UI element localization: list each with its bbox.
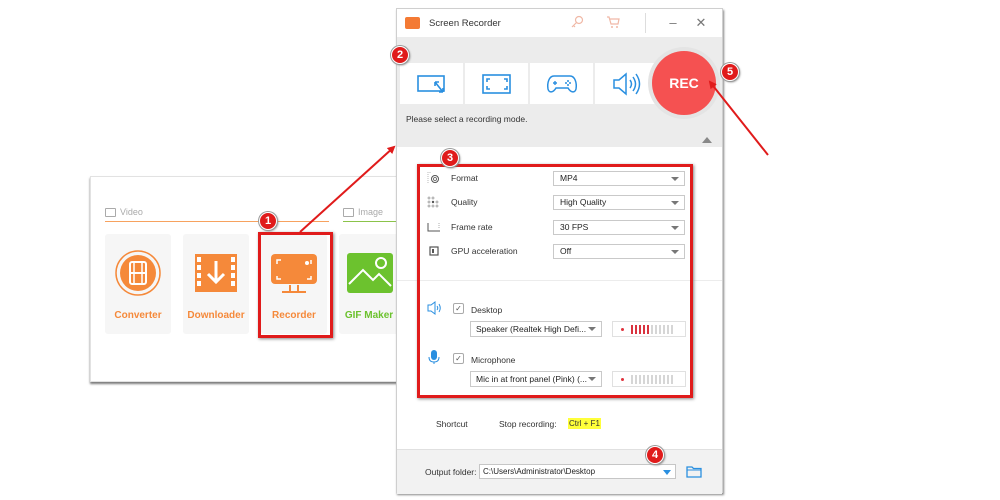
mode-game-button[interactable]	[530, 63, 593, 104]
highlight-recorder-tool	[258, 232, 333, 338]
tool-gif-maker[interactable]: GIF Maker	[339, 234, 399, 334]
video-section-line	[105, 221, 329, 222]
mode-audio-button[interactable]	[595, 63, 658, 104]
mode-region-button[interactable]	[400, 63, 463, 104]
mode-fullscreen-button[interactable]	[465, 63, 528, 104]
title-separator	[645, 13, 646, 33]
step-badge-4: 4	[646, 446, 664, 464]
recording-mode-panel: REC Please select a recording mode.	[397, 37, 722, 147]
section-image: Image	[343, 207, 383, 217]
app-logo-icon	[405, 17, 420, 29]
collapse-panel-icon[interactable]	[702, 137, 712, 143]
stop-recording-hotkey[interactable]: Ctrl + F1	[568, 418, 601, 429]
tool-converter-label: Converter	[114, 310, 162, 321]
tool-downloader[interactable]: Downloader	[183, 234, 249, 334]
fullscreen-icon	[481, 73, 511, 94]
section-video-label: Video	[120, 207, 143, 217]
region-select-icon	[416, 74, 445, 93]
image-icon	[343, 207, 354, 217]
step-badge-5: 5	[721, 63, 739, 81]
tool-converter[interactable]: Converter	[105, 234, 171, 334]
main-app-window: Video Image Converter Downloader Recorde…	[90, 176, 399, 382]
tool-downloader-label: Downloader	[187, 310, 245, 321]
mode-hint-text: Please select a recording mode.	[406, 114, 528, 124]
mountain-image-icon	[345, 250, 393, 296]
output-folder-label: Output folder:	[425, 467, 477, 477]
step-badge-1: 1	[259, 212, 277, 230]
highlight-settings	[417, 164, 693, 398]
film-reel-icon	[114, 250, 162, 296]
tool-gif-maker-label: GIF Maker	[344, 310, 394, 321]
section-video: Video	[105, 207, 143, 217]
output-folder-path: C:\Users\Administrator\Desktop	[483, 467, 596, 476]
close-button[interactable]: ✕	[689, 13, 713, 33]
image-section-line	[343, 221, 399, 222]
output-folder-field[interactable]: C:\Users\Administrator\Desktop	[479, 464, 676, 479]
video-icon	[105, 207, 116, 217]
speaker-icon	[612, 71, 640, 96]
shortcut-label: Shortcut	[436, 419, 468, 429]
download-film-icon	[192, 250, 240, 296]
title-bar: Screen Recorder – ✕	[397, 9, 722, 37]
window-title: Screen Recorder	[429, 18, 501, 29]
step-badge-3: 3	[441, 149, 459, 167]
rec-button[interactable]: REC	[652, 51, 716, 115]
gamepad-icon	[546, 74, 577, 93]
section-image-label: Image	[358, 207, 384, 217]
shortcut-row: Shortcut Stop recording: Ctrl + F1	[397, 418, 722, 433]
chevron-down-icon[interactable]	[663, 470, 671, 475]
folder-icon[interactable]	[686, 465, 702, 478]
screenshot-stage: Video Image Converter Downloader Recorde…	[0, 0, 1000, 500]
stop-recording-label: Stop recording:	[499, 419, 557, 429]
cart-icon[interactable]	[605, 15, 621, 31]
key-icon[interactable]	[569, 15, 585, 31]
minimize-button[interactable]: –	[661, 13, 685, 33]
output-footer: Output folder: C:\Users\Administrator\De…	[397, 449, 722, 494]
step-badge-2: 2	[391, 46, 409, 64]
